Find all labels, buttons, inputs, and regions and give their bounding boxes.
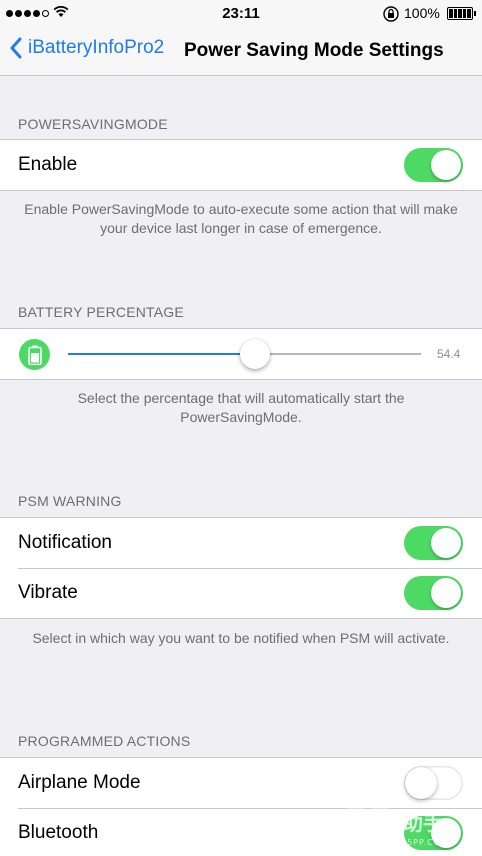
back-button[interactable]: iBatteryInfoPro2 <box>10 37 164 59</box>
slider-thumb[interactable] <box>240 339 270 369</box>
notification-label: Notification <box>18 532 112 553</box>
section-header-battery-percentage: BATTERY PERCENTAGE <box>18 304 184 320</box>
psm-footer: Enable PowerSavingMode to auto-execute s… <box>24 201 458 236</box>
navigation-bar: iBatteryInfoPro2 Power Saving Mode Setti… <box>0 28 482 76</box>
section-header-psm-warning: PSM WARNING <box>18 493 122 509</box>
enable-toggle[interactable] <box>404 148 463 182</box>
slider-fill <box>68 353 255 355</box>
svg-text:助手: 助手 <box>403 811 443 835</box>
vibrate-toggle[interactable] <box>404 576 463 610</box>
bluetooth-label: Bluetooth <box>18 822 99 843</box>
page-title: Power Saving Mode Settings <box>184 40 444 61</box>
warning-group: Notification Vibrate <box>0 517 482 619</box>
battery-charging-icon <box>19 339 50 370</box>
back-button-label: iBatteryInfoPro2 <box>28 37 165 58</box>
enable-label: Enable <box>18 154 78 175</box>
notification-row: Notification <box>0 518 482 568</box>
vibrate-label: Vibrate <box>18 582 78 603</box>
notification-toggle[interactable] <box>404 526 463 560</box>
battery-percentage-slider[interactable] <box>68 339 421 369</box>
battery-icon <box>447 7 476 20</box>
chevron-left-icon <box>10 37 22 59</box>
psm-group: Enable <box>0 139 482 191</box>
battery-slider-row: 54.4 <box>0 329 482 379</box>
airplane-mode-toggle[interactable] <box>404 766 463 800</box>
section-header-programmed-actions: PROGRAMMED ACTIONS <box>18 733 191 749</box>
enable-row: Enable <box>0 140 482 190</box>
status-bar: 23:11 100% <box>0 0 482 28</box>
rotation-lock-icon <box>383 6 399 22</box>
svg-text:25PP.COM: 25PP.COM <box>401 838 449 847</box>
battery-group: 54.4 <box>0 328 482 380</box>
vibrate-row: Vibrate <box>0 568 482 618</box>
airplane-mode-label: Airplane Mode <box>18 772 141 793</box>
slider-value: 54.4 <box>437 347 461 361</box>
warning-footer: Select in which way you want to be notif… <box>32 630 450 646</box>
pp-assistant-watermark-logo: 助手 25PP.COM <box>347 808 449 848</box>
battery-footer: Select the percentage that will automati… <box>77 390 405 425</box>
section-header-powersavingmode: POWERSAVINGMODE <box>18 116 168 132</box>
battery-percentage: 100% <box>404 5 440 21</box>
